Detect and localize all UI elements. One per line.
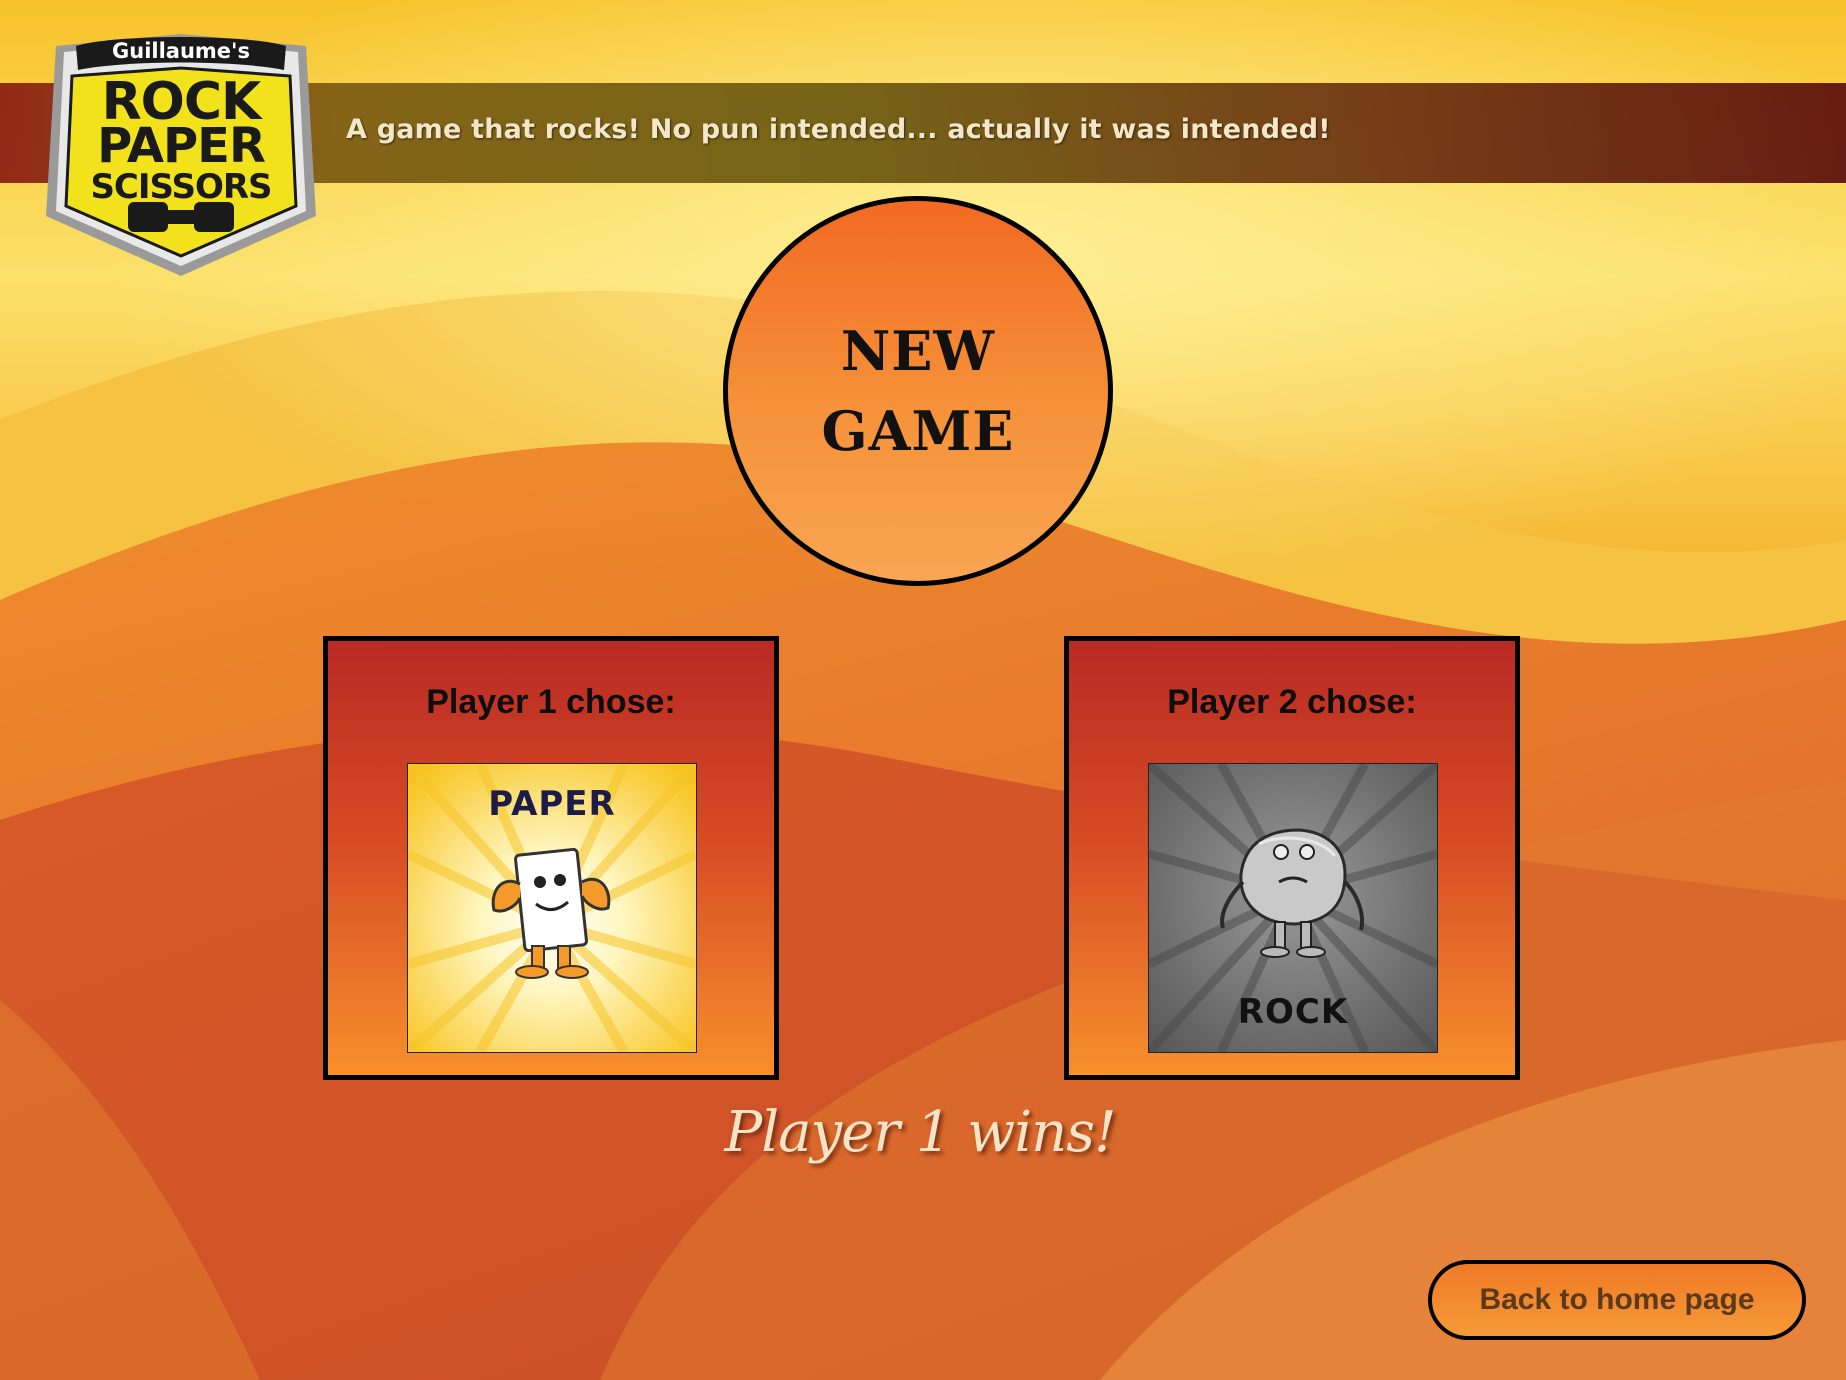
logo-owner: Guillaume's <box>112 39 250 63</box>
player-1-panel: Player 1 chose: PAPER <box>323 636 779 1080</box>
back-to-home-button[interactable]: Back to home page <box>1428 1260 1806 1340</box>
player-1-choice-card: PAPER <box>407 763 697 1053</box>
new-game-line1: NEW <box>840 319 996 383</box>
logo-paper: PAPER <box>97 118 266 174</box>
player-1-choice: PAPER <box>488 784 616 824</box>
new-game-button[interactable]: NEW GAME <box>723 196 1113 586</box>
tagline: A game that rocks! No pun intended... ac… <box>346 114 1331 145</box>
logo-scissors: SCISSORS <box>90 167 272 207</box>
player-2-choice-card: ROCK <box>1148 763 1438 1053</box>
player-2-panel: Player 2 chose: ROCK <box>1064 636 1520 1080</box>
player-2-label: Player 2 chose: <box>1167 683 1417 721</box>
new-game-line2: GAME <box>821 399 1015 463</box>
player-1-label: Player 1 chose: <box>426 683 676 721</box>
player-2-choice: ROCK <box>1237 992 1349 1032</box>
result-text: Player 1 wins! <box>724 1100 1117 1165</box>
game-logo[interactable]: Guillaume's ROCK PAPER SCISSORS <box>36 26 326 278</box>
